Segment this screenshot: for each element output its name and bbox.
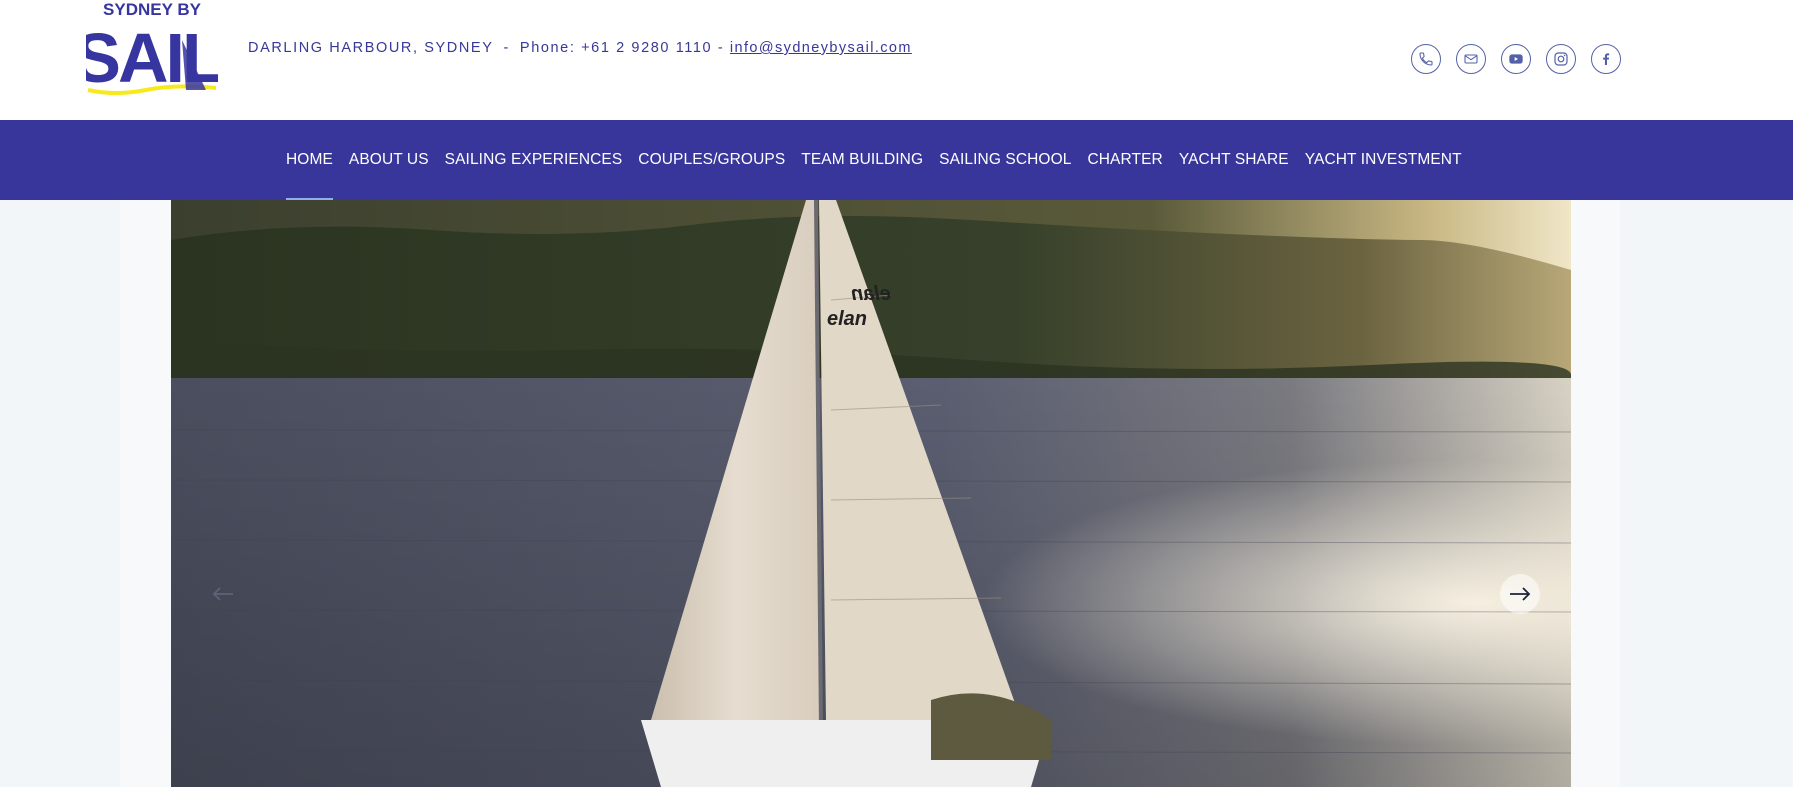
nav-item-yacht-share[interactable]: YACHT SHARE — [1171, 120, 1297, 200]
site-logo[interactable]: SYDNEY BY SAIL — [86, 0, 218, 102]
nav-item-sailing-school[interactable]: SAILING SCHOOL — [931, 120, 1079, 200]
contact-line: DARLING HARBOUR, SYDNEY - Phone: +61 2 928… — [248, 40, 912, 56]
sail-brand: elan — [827, 308, 867, 330]
social-icons — [1411, 44, 1621, 76]
sail-brand-mirrored: elan — [851, 283, 891, 305]
nav-item-team-building[interactable]: TEAM BUILDING — [793, 120, 931, 200]
email-link[interactable]: info@sydneybysail.com — [730, 40, 912, 56]
nav-item-home[interactable]: HOME — [286, 120, 341, 200]
nav-item-charter[interactable]: CHARTER — [1079, 120, 1170, 200]
slider-prev-button[interactable] — [203, 574, 243, 614]
nav-list: HOME ABOUT US SAILING EXPERIENCES COUPLE… — [286, 120, 1470, 200]
phone-icon[interactable] — [1411, 44, 1441, 74]
facebook-icon[interactable] — [1591, 44, 1621, 74]
hero-slide-image: elan elan — [171, 200, 1571, 787]
nav-item-about-us[interactable]: ABOUT US — [341, 120, 437, 200]
nav-item-couples-groups[interactable]: COUPLES/GROUPS — [630, 120, 793, 200]
main-nav: HOME ABOUT US SAILING EXPERIENCES COUPLE… — [0, 120, 1793, 200]
youtube-icon[interactable] — [1501, 44, 1531, 74]
logo-text-top: SYDNEY BY — [103, 0, 202, 19]
slider-next-button[interactable] — [1500, 574, 1540, 614]
phone-text[interactable]: Phone: +61 2 9280 1110 - — [520, 40, 724, 56]
arrow-right-icon — [1510, 587, 1531, 601]
contact-separator: - — [503, 40, 510, 56]
arrow-left-icon — [212, 587, 233, 601]
location-text: DARLING HARBOUR, SYDNEY — [248, 40, 494, 56]
instagram-icon[interactable] — [1546, 44, 1576, 74]
nav-item-yacht-investment[interactable]: YACHT INVESTMENT — [1297, 120, 1470, 200]
nav-item-sailing-experiences[interactable]: SAILING EXPERIENCES — [437, 120, 631, 200]
top-bar: SYDNEY BY SAIL DARLING HARBOUR, SYDNEY - P… — [0, 0, 1793, 120]
email-icon[interactable] — [1456, 44, 1486, 74]
